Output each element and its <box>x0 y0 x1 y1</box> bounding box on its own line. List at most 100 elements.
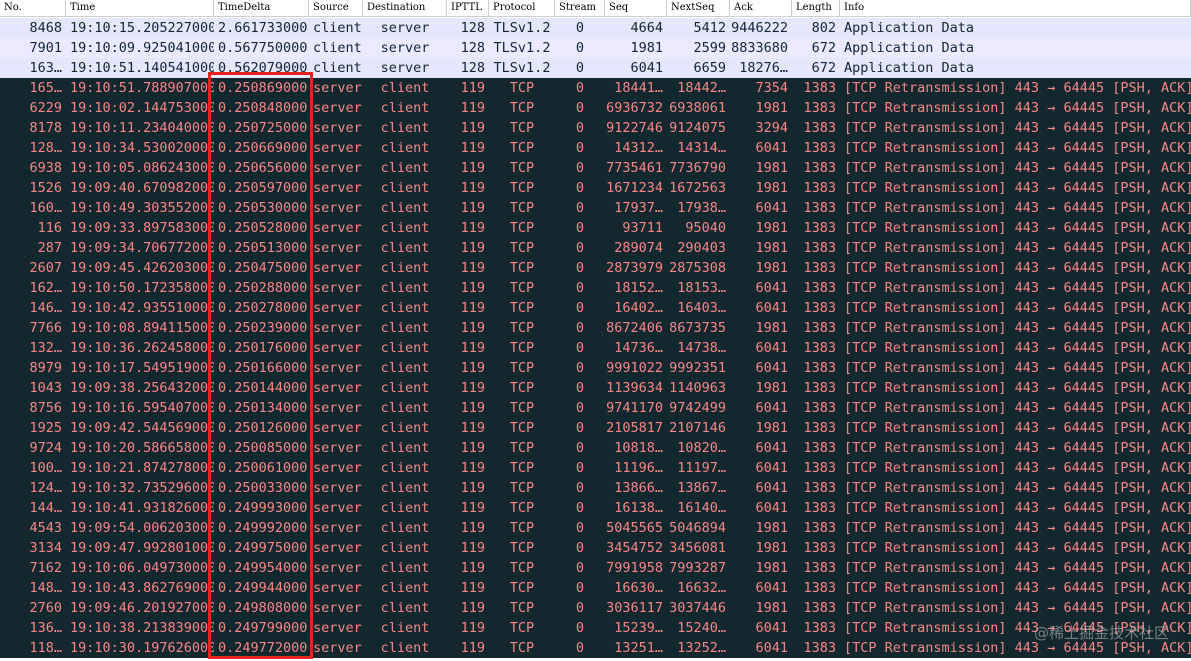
column-header-stream[interactable]: Stream <box>555 0 605 17</box>
column-header-no[interactable]: No. <box>0 0 66 17</box>
cell-time: 19:10:36.262458000 <box>70 340 214 356</box>
packet-row[interactable]: 1043 19:09:38.256432000 0.250144000 server c… <box>0 378 1191 398</box>
packet-row[interactable]: 136… 19:10:38.213839000 0.249799000 server c… <box>0 618 1191 638</box>
cell-dst: client <box>380 260 430 276</box>
cell-ack: 6041 <box>755 500 788 516</box>
packet-row[interactable]: 160… 19:10:49.303552000 0.250530000 server c… <box>0 198 1191 218</box>
cell-src: server <box>313 440 362 456</box>
cell-no: 3134 <box>29 540 62 556</box>
cell-len: 1383 <box>803 460 836 476</box>
cell-seq: 16138… <box>614 500 663 516</box>
packet-row[interactable]: 124… 19:10:32.735296000 0.250033000 server c… <box>0 478 1191 498</box>
packet-row[interactable]: 7162 19:10:06.049730000 0.249954000 server c… <box>0 558 1191 578</box>
packet-row[interactable]: 146… 19:10:42.935510000 0.250278000 server c… <box>0 298 1191 318</box>
cell-nextseq: 10820… <box>677 440 726 456</box>
packet-list[interactable]: No. Time TimeDelta Source Destination IPTTL Pr… <box>0 0 1191 661</box>
packet-row[interactable]: 132… 19:10:36.262458000 0.250176000 server c… <box>0 338 1191 358</box>
packet-row[interactable]: 287 19:09:34.706772000 0.250513000 server cl… <box>0 238 1191 258</box>
cell-seq: 7735461 <box>606 160 663 176</box>
cell-len: 1383 <box>803 600 836 616</box>
cell-proto: TCP <box>509 620 535 636</box>
cell-len: 1383 <box>803 360 836 376</box>
cell-src: server <box>313 200 362 216</box>
packet-row[interactable]: 8178 19:10:11.234040000 0.250725000 server c… <box>0 118 1191 138</box>
packet-row[interactable]: 8756 19:10:16.595407000 0.250134000 server c… <box>0 398 1191 418</box>
cell-ack: 3294 <box>755 120 788 136</box>
cell-time: 19:10:41.931826000 <box>70 500 214 516</box>
cell-delta: 0.250869000 <box>218 80 308 96</box>
cell-src: server <box>313 320 362 336</box>
packet-row[interactable]: 2607 19:09:45.426203000 0.250475000 server c… <box>0 258 1191 278</box>
cell-nextseq: 2599 <box>693 40 726 56</box>
packet-row[interactable]: 144… 19:10:41.931826000 0.249993000 server c… <box>0 498 1191 518</box>
cell-ttl: 119 <box>460 220 485 236</box>
cell-dst: client <box>380 640 430 656</box>
packet-row[interactable]: 118… 19:10:30.197626000 0.249772000 server c… <box>0 638 1191 658</box>
packet-row[interactable]: 4543 19:09:54.006203000 0.249992000 server c… <box>0 518 1191 538</box>
packet-row[interactable]: 6229 19:10:02.144753000 0.250848000 server c… <box>0 98 1191 118</box>
column-header-len[interactable]: Length <box>792 0 840 17</box>
cell-no: 162… <box>29 280 62 296</box>
cell-ttl: 119 <box>460 520 485 536</box>
cell-proto: TCP <box>509 240 535 256</box>
column-header-nextseq[interactable]: NextSeq <box>667 0 730 17</box>
cell-dst: client <box>380 120 430 136</box>
cell-dst: client <box>380 380 430 396</box>
cell-proto: TCP <box>509 640 535 656</box>
cell-stream: 0 <box>575 420 585 436</box>
cell-src: server <box>313 460 362 476</box>
packet-row[interactable]: 3134 19:09:47.992801000 0.249975000 server c… <box>0 538 1191 558</box>
column-header-seq[interactable]: Seq <box>605 0 667 17</box>
column-header-dst[interactable]: Destination <box>363 0 447 17</box>
cell-delta: 0.250278000 <box>218 300 308 316</box>
column-header-time[interactable]: Time <box>66 0 214 17</box>
cell-src: server <box>313 180 362 196</box>
column-header-info[interactable]: Info <box>840 0 1191 17</box>
cell-no: 9724 <box>29 440 62 456</box>
packet-row[interactable]: 162… 19:10:50.172358000 0.250288000 server c… <box>0 278 1191 298</box>
cell-stream: 0 <box>575 380 585 396</box>
packet-row[interactable]: 116 19:09:33.897583000 0.250528000 server cl… <box>0 218 1191 238</box>
packet-row[interactable]: 7766 19:10:08.894115000 0.250239000 server c… <box>0 318 1191 338</box>
cell-dst: client <box>380 360 430 376</box>
packet-row[interactable]: 128… 19:10:34.530020000 0.250669000 server c… <box>0 138 1191 158</box>
cell-src: server <box>313 500 362 516</box>
cell-time: 19:09:46.201927000 <box>70 600 214 616</box>
packet-row[interactable]: 163… 19:10:51.140541000 0.562079000 client s… <box>0 58 1191 78</box>
packet-row[interactable]: 1526 19:09:40.670982000 0.250597000 server c… <box>0 178 1191 198</box>
packet-row[interactable]: 8979 19:10:17.549519000 0.250166000 server c… <box>0 358 1191 378</box>
column-header-proto[interactable]: Protocol <box>489 0 555 17</box>
packet-row[interactable]: 2760 19:09:46.201927000 0.249808000 server c… <box>0 598 1191 618</box>
column-header-ack[interactable]: Ack <box>730 0 792 17</box>
cell-ttl: 119 <box>460 440 485 456</box>
packet-row[interactable]: 9724 19:10:20.586658000 0.250085000 server c… <box>0 438 1191 458</box>
cell-ttl: 119 <box>460 80 485 96</box>
packet-row[interactable]: 7901 19:10:09.925041000 0.567750000 client s… <box>0 38 1191 58</box>
cell-info: [TCP Retransmission] 443 → 64445 [PSH, A… <box>844 260 1191 276</box>
cell-time: 19:10:49.303552000 <box>70 200 214 216</box>
column-header-ttl[interactable]: IPTTL <box>447 0 489 17</box>
packet-row[interactable]: 1925 19:09:42.544569000 0.250126000 server c… <box>0 418 1191 438</box>
cell-ack: 1981 <box>755 540 788 556</box>
cell-src: server <box>313 360 362 376</box>
cell-nextseq: 6659 <box>693 60 726 76</box>
cell-seq: 4664 <box>630 20 663 36</box>
packet-row[interactable]: 8468 19:10:15.205227000 2.661733000 client s… <box>0 18 1191 38</box>
cell-ttl: 119 <box>460 280 485 296</box>
cell-delta: 0.250669000 <box>218 140 308 156</box>
cell-src: server <box>313 620 362 636</box>
packet-row[interactable]: 6938 19:10:05.086243000 0.250656000 server c… <box>0 158 1191 178</box>
cell-ack: 6041 <box>755 200 788 216</box>
cell-ttl: 119 <box>460 540 485 556</box>
cell-len: 1383 <box>803 560 836 576</box>
packet-row[interactable]: 165… 19:10:51.788907000 0.250869000 server c… <box>0 78 1191 98</box>
packet-row[interactable]: 100… 19:10:21.874278000 0.250061000 server c… <box>0 458 1191 478</box>
column-header-src[interactable]: Source <box>309 0 363 17</box>
column-header-delta[interactable]: TimeDelta <box>214 0 309 17</box>
cell-dst: client <box>380 480 430 496</box>
packet-row[interactable]: 148… 19:10:43.862769000 0.249944000 server c… <box>0 578 1191 598</box>
cell-time: 19:10:32.735296000 <box>70 480 214 496</box>
cell-seq: 15239… <box>614 620 663 636</box>
cell-src: server <box>313 540 362 556</box>
cell-len: 1383 <box>803 340 836 356</box>
